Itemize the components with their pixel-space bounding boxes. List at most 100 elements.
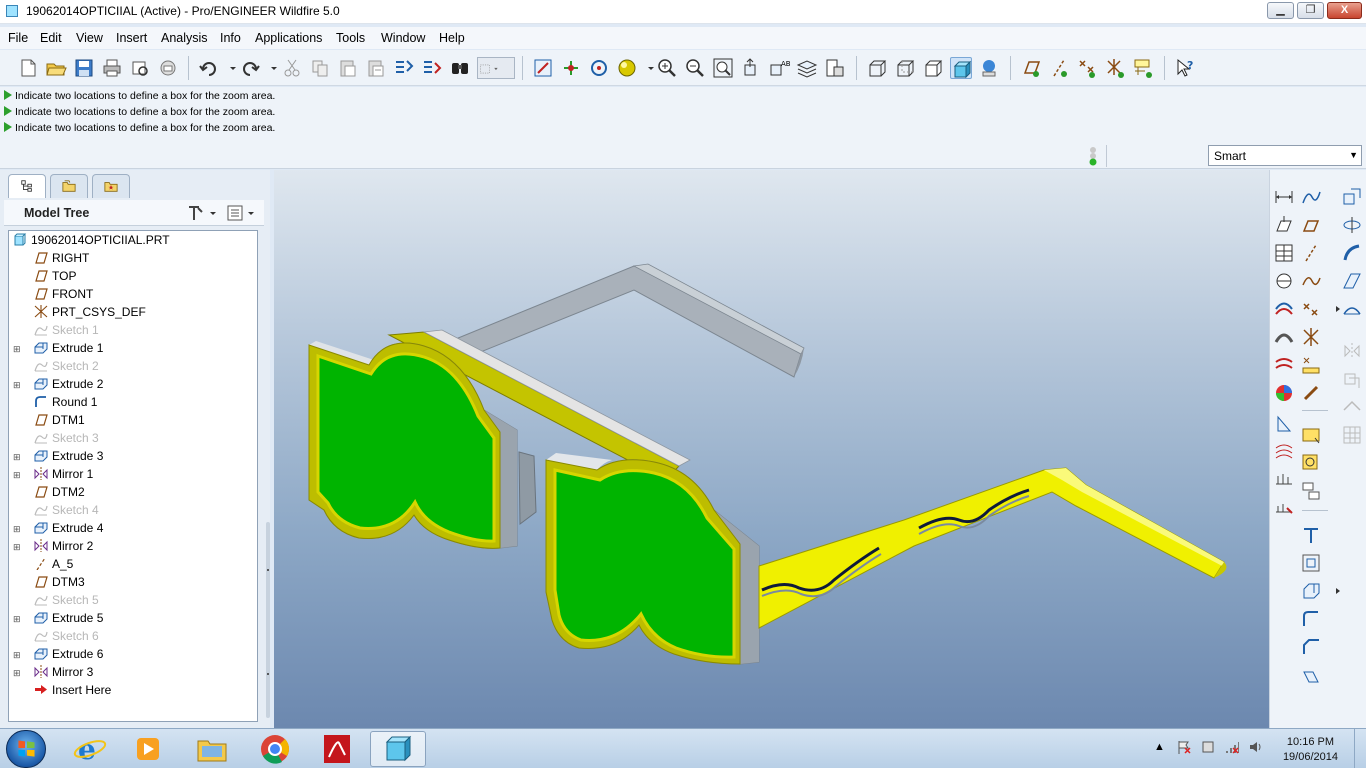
tree-item[interactable]: Sketch 5 xyxy=(34,593,99,609)
graphics-window[interactable] xyxy=(274,170,1269,728)
undo-icon[interactable] xyxy=(198,57,220,79)
offset-icon[interactable] xyxy=(1300,552,1322,574)
datum-point-display-icon[interactable] xyxy=(1076,57,1098,79)
table-icon[interactable] xyxy=(1273,242,1295,264)
tray-flag-icon[interactable] xyxy=(1176,739,1192,758)
paste-special-icon[interactable] xyxy=(365,57,387,79)
zoom-in-icon[interactable] xyxy=(656,57,678,79)
chamfer-icon[interactable] xyxy=(1300,636,1322,658)
tree-item[interactable]: TOP xyxy=(34,269,76,285)
taskbar-internet-explorer[interactable]: e xyxy=(62,731,118,767)
sketch-tool-icon[interactable] xyxy=(532,57,554,79)
draft-analysis-icon[interactable] xyxy=(1273,412,1295,434)
expand-icon[interactable]: ⊞ xyxy=(13,615,21,624)
plane-tool-icon[interactable] xyxy=(1300,214,1322,236)
model-tree[interactable]: 19062014OPTICIIAL.PRT RIGHT TOP FRONT PRT_C… xyxy=(8,230,258,722)
tray-volume-icon[interactable] xyxy=(1248,739,1264,758)
tab-folder-browser[interactable] xyxy=(50,174,88,198)
curve-tool-icon[interactable] xyxy=(1300,270,1322,292)
csys-display-icon[interactable] xyxy=(1104,57,1126,79)
tree-item[interactable]: A_5 xyxy=(34,557,73,573)
datum-sketch-icon[interactable] xyxy=(1300,382,1322,404)
tree-settings-button[interactable] xyxy=(186,204,220,222)
tree-item[interactable]: ⊞ Mirror 3 xyxy=(13,665,93,681)
point-tool-icon[interactable] xyxy=(1300,298,1322,320)
no-hidden-icon[interactable] xyxy=(922,57,944,79)
print-icon[interactable] xyxy=(101,57,123,79)
expand-icon[interactable]: ⊞ xyxy=(13,543,21,552)
extrude-tool-icon[interactable] xyxy=(1300,580,1322,602)
menu-info[interactable]: Info xyxy=(220,31,241,45)
hidden-line-icon[interactable] xyxy=(894,57,916,79)
menu-window[interactable]: Window xyxy=(381,31,425,45)
boundary-blend-icon[interactable] xyxy=(1341,298,1363,320)
trim-icon[interactable] xyxy=(1300,524,1322,546)
redo-icon[interactable] xyxy=(239,57,261,79)
blend-icon[interactable] xyxy=(1341,270,1363,292)
menu-tools[interactable]: Tools xyxy=(336,31,365,45)
filter-select[interactable]: Smart ▼ xyxy=(1208,145,1362,166)
sweep-icon[interactable] xyxy=(1341,242,1363,264)
tree-item[interactable]: Sketch 3 xyxy=(34,431,99,447)
taskbar-media-player[interactable] xyxy=(120,731,176,767)
minimize-button[interactable]: ▁ xyxy=(1267,2,1294,19)
tree-root[interactable]: 19062014OPTICIIAL.PRT xyxy=(13,233,170,249)
menu-help[interactable]: Help xyxy=(439,31,465,45)
tree-item[interactable]: Insert Here xyxy=(34,683,111,699)
taskbar-pro-engineer[interactable] xyxy=(370,731,426,767)
save-icon[interactable] xyxy=(73,57,95,79)
point-dropdown-icon[interactable] xyxy=(1327,298,1340,320)
selection-box-dropdown[interactable] xyxy=(477,57,515,79)
new-file-icon[interactable] xyxy=(17,57,39,79)
offset-analysis-icon[interactable] xyxy=(1273,440,1295,462)
orient-mode-icon[interactable] xyxy=(588,57,610,79)
traffic-light-icon[interactable] xyxy=(1087,146,1099,166)
sketch-curve-icon[interactable] xyxy=(1300,186,1322,208)
revolve-icon[interactable] xyxy=(1341,214,1363,236)
tree-item[interactable]: ⊞ Extrude 1 xyxy=(13,341,103,357)
analysis-feature-icon[interactable] xyxy=(1300,354,1322,376)
datum-axis-display-icon[interactable] xyxy=(1048,57,1070,79)
context-help-icon[interactable]: ? xyxy=(1174,57,1196,79)
expand-icon[interactable]: ⊞ xyxy=(13,453,21,462)
enhanced-realism-icon[interactable] xyxy=(978,57,1000,79)
tree-item[interactable]: ⊞ Extrude 4 xyxy=(13,521,103,537)
menu-view[interactable]: View xyxy=(76,31,103,45)
find-icon[interactable] xyxy=(449,57,471,79)
menu-file[interactable]: File xyxy=(8,31,28,45)
tree-show-button[interactable] xyxy=(226,204,260,222)
expand-icon[interactable]: ⊞ xyxy=(13,471,21,480)
tray-device-icon[interactable] xyxy=(1200,739,1216,758)
reorient-icon[interactable] xyxy=(740,57,762,79)
show-desktop-button[interactable] xyxy=(1354,729,1366,768)
tree-item[interactable]: ⊞ Mirror 2 xyxy=(13,539,93,555)
display-style-icon[interactable] xyxy=(616,57,638,79)
round-tool-icon[interactable] xyxy=(1300,608,1322,630)
wireframe-icon[interactable] xyxy=(866,57,888,79)
tree-item[interactable]: Round 1 xyxy=(34,395,97,411)
open-file-icon[interactable] xyxy=(45,57,67,79)
show-hidden-icons[interactable]: ▲ xyxy=(1154,741,1165,753)
annotation-display-icon[interactable] xyxy=(1132,57,1154,79)
expand-icon[interactable]: ⊞ xyxy=(13,525,21,534)
send-mail-icon[interactable] xyxy=(157,57,179,79)
tab-favorites[interactable] xyxy=(92,174,130,198)
expand-icon[interactable]: ⊞ xyxy=(13,381,21,390)
measure-icon[interactable] xyxy=(1273,270,1295,292)
shell-icon[interactable] xyxy=(1300,452,1322,474)
panel-splitter[interactable] xyxy=(265,522,271,718)
hole-icon[interactable] xyxy=(1300,424,1322,446)
tray-network-icon[interactable] xyxy=(1224,739,1240,758)
tree-item[interactable]: ⊞ Extrude 2 xyxy=(13,377,103,393)
cut-icon[interactable] xyxy=(281,57,303,79)
copy-feature-icon[interactable] xyxy=(1341,186,1363,208)
datum-plane-display-icon[interactable] xyxy=(1020,57,1042,79)
analysis-icon[interactable] xyxy=(1273,298,1295,320)
shading-icon[interactable] xyxy=(950,57,972,79)
tree-item[interactable]: DTM2 xyxy=(34,485,85,501)
regenerate-icon[interactable] xyxy=(393,57,415,79)
taskbar-chrome[interactable] xyxy=(247,731,303,767)
datum-plane-tool-icon[interactable] xyxy=(1273,214,1295,236)
expand-icon[interactable]: ⊞ xyxy=(13,651,21,660)
print-preview-icon[interactable] xyxy=(129,57,151,79)
